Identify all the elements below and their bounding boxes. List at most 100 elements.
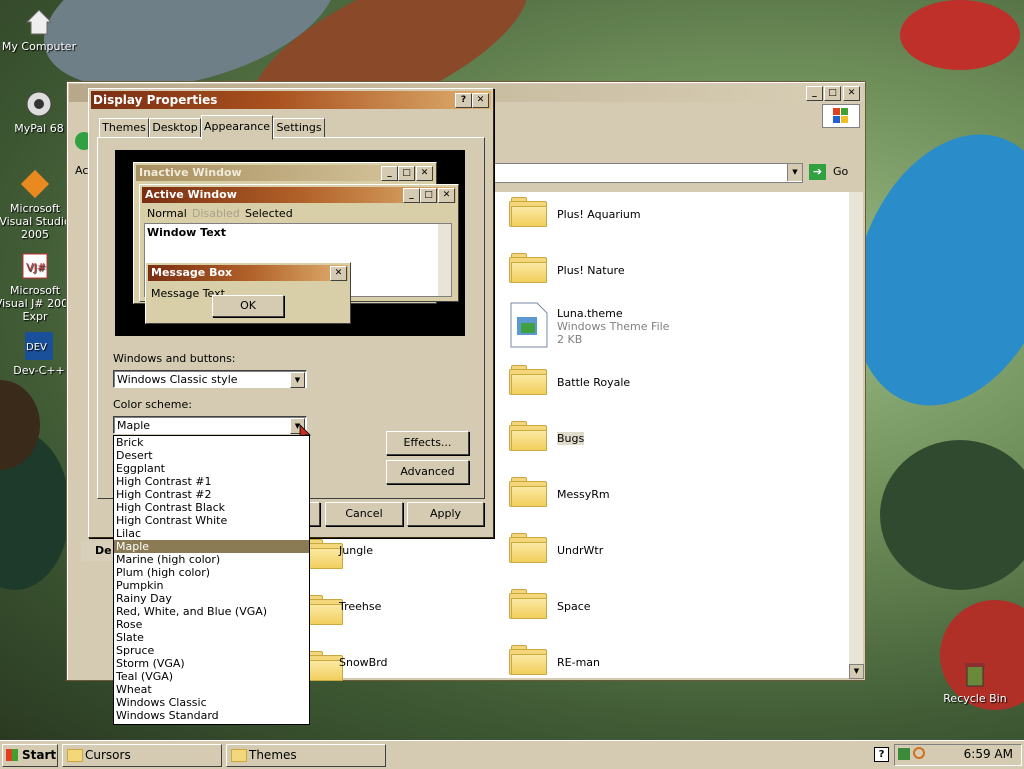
windows-buttons-select[interactable]: Windows Classic style ▼ [113,370,307,388]
preview-ok-button: OK [212,295,284,317]
dropdown-option[interactable]: Storm (VGA) [114,657,309,670]
go-arrow-icon: ➔ [809,164,826,180]
dropdown-option[interactable]: Eggplant [114,462,309,475]
scroll-down-arrow[interactable]: ▼ [849,664,864,679]
folder-icon [67,749,83,762]
desktop-icon-my-computer[interactable]: My Computer [0,6,84,53]
minimize-button[interactable]: _ [806,86,823,101]
task-themes[interactable]: Themes [226,744,386,767]
list-item-label[interactable]: UndrWtr [557,544,603,557]
address-dropdown-arrow[interactable]: ▼ [787,164,802,181]
close-button[interactable]: ✕ [472,93,489,108]
minimize-icon: _ [381,166,398,181]
list-item-label[interactable]: Battle Royale [557,376,630,389]
maximize-button[interactable]: □ [824,86,841,101]
clock: 6:59 AM [963,747,1013,761]
list-item-label[interactable]: Treehse [339,600,381,613]
dropdown-option[interactable]: Brick [114,436,309,449]
folder-icon [509,197,547,227]
dropdown-option[interactable]: Pumpkin [114,579,309,592]
start-label: Start [22,748,57,762]
list-item-label[interactable]: Plus! Aquarium [557,208,641,221]
list-item-label[interactable]: MessyRm [557,488,610,501]
dropdown-option[interactable]: High Contrast White [114,514,309,527]
dropdown-option[interactable]: High Contrast Black [114,501,309,514]
folder-icon [509,589,547,619]
color-scheme-select[interactable]: Maple ▼ [113,416,307,434]
appearance-preview: Inactive Window _ □ ✕ Active Window _ □ … [115,150,465,336]
chevron-down-icon[interactable]: ▼ [290,372,305,388]
dropdown-option[interactable]: Rose [114,618,309,631]
folder-icon [305,595,343,625]
preview-msgbox-title: Message Box [148,265,348,281]
preview-menu-disabled: Disabled [192,207,240,220]
dropdown-option[interactable]: Wheat [114,683,309,696]
address-label: Ac [75,164,89,177]
desktop-icon-label: Microsoft Visual J# 2005 Expr [0,284,76,323]
dropdown-option[interactable]: Spruce [114,644,309,657]
windows-logo-icon [822,104,860,128]
dropdown-option[interactable]: Red, White, and Blue (VGA) [114,605,309,618]
tab-themes[interactable]: Themes [99,118,149,139]
effects-button[interactable]: Effects... [386,431,469,455]
folder-icon [509,645,547,675]
task-cursors[interactable]: Cursors [62,744,222,767]
close-button[interactable]: ✕ [843,86,860,101]
advanced-button[interactable]: Advanced [386,460,469,484]
mypal-icon [26,91,52,117]
start-button[interactable]: Start [2,744,58,767]
go-button[interactable]: ➔ Go [809,163,859,181]
tab-desktop[interactable]: Desktop [149,118,201,139]
task-label: Themes [249,748,297,762]
dropdown-option[interactable]: High Contrast #1 [114,475,309,488]
list-item-label[interactable]: Luna.theme [557,307,623,320]
dialog-title: Display Properties [93,93,218,107]
list-item-label[interactable]: SnowBrd [339,656,388,669]
list-item-label[interactable]: Bugs [557,432,585,445]
dropdown-option[interactable]: Desert [114,449,309,462]
dropdown-option[interactable]: Windows Standard [114,709,309,722]
list-item-label[interactable]: RE-man [557,656,600,669]
recycle-bin-icon [965,663,985,687]
color-scheme-label: Color scheme: [113,398,192,411]
cancel-button[interactable]: Cancel [325,502,403,526]
dialog-title-bar[interactable]: Display Properties ? ✕ [91,91,491,109]
list-item-label[interactable]: Jungle [339,544,373,557]
preview-menu-selected: Selected [245,207,293,220]
vertical-scrollbar[interactable]: ▼ [849,192,864,679]
desktop-icon-visual-studio[interactable]: Microsoft Visual Studio 2005 [0,168,76,241]
folder-icon [305,539,343,569]
apply-button[interactable]: Apply [407,502,484,526]
list-item-label[interactable]: Plus! Nature [557,264,625,277]
maximize-icon: □ [398,166,415,181]
tab-appearance[interactable]: Appearance [201,115,273,140]
network-icon[interactable] [898,748,910,760]
dropdown-option[interactable]: Marine (high color) [114,553,309,566]
search-icon[interactable] [913,747,925,759]
visual-studio-icon [20,169,50,199]
dropdown-option[interactable]: Rainy Day [114,592,309,605]
go-label: Go [833,165,849,178]
preview-message-box: Message Box ✕ Message Text OK [145,262,351,324]
desktop-icon-label: Microsoft Visual Studio 2005 [0,202,71,241]
desktop-icon-recycle-bin[interactable]: Recycle Bin [930,658,1020,705]
dropdown-option[interactable]: Slate [114,631,309,644]
dropdown-option[interactable]: High Contrast #2 [114,488,309,501]
desktop-icon-visual-jsharp[interactable]: VJ# Microsoft Visual J# 2005 Expr [0,250,76,323]
dropdown-option[interactable]: Lilac [114,527,309,540]
taskbar: Start Cursors Themes ? 6:59 AM [0,740,1024,769]
dropdown-option[interactable]: Plum (high color) [114,566,309,579]
dropdown-option[interactable]: Windows Classic [114,696,309,709]
dropdown-option[interactable]: Teal (VGA) [114,670,309,683]
theme-file-icon [510,302,548,348]
color-scheme-dropdown-list[interactable]: Brick Desert Eggplant High Contrast #1 High … [113,435,310,725]
list-item-label[interactable]: Space [557,600,591,613]
dropdown-option[interactable]: Maple [114,540,309,553]
tab-settings[interactable]: Settings [273,118,325,139]
svg-text:VJ#: VJ# [26,261,46,274]
help-icon[interactable]: ? [874,747,889,762]
help-button[interactable]: ? [455,93,472,108]
preview-menu-normal: Normal [147,207,187,220]
windows-buttons-label: Windows and buttons: [113,352,236,365]
windows-flag-icon [6,749,18,761]
